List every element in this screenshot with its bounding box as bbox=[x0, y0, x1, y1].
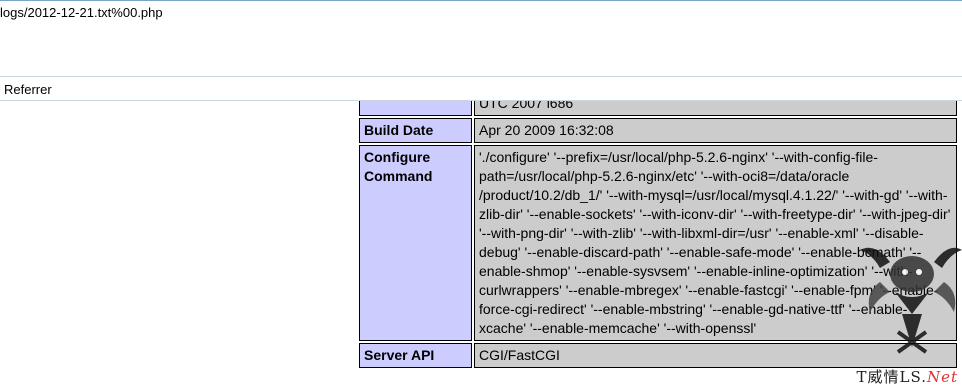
watermark-logo: T威情LS.Net bbox=[850, 222, 962, 390]
address-area: logs/2012-12-21.txt%00.php bbox=[0, 0, 962, 76]
referrer-label[interactable]: Referrer bbox=[4, 82, 52, 97]
row-value: UTC 2007 i686 bbox=[474, 101, 957, 116]
watermark-text: T威情LS.Net bbox=[856, 368, 958, 386]
dragon-emblem-icon bbox=[860, 247, 962, 354]
table-row: Build Date Apr 20 2009 16:32:08 bbox=[359, 118, 957, 143]
row-value: Apr 20 2009 16:32:08 bbox=[474, 118, 957, 143]
table-row: UTC 2007 i686 bbox=[359, 101, 957, 116]
row-label: Configure Command bbox=[359, 145, 472, 341]
page-content: UTC 2007 i686 Build Date Apr 20 2009 16:… bbox=[0, 101, 962, 390]
row-label: Server API bbox=[359, 343, 472, 368]
row-label bbox=[359, 101, 472, 116]
url-text[interactable]: logs/2012-12-21.txt%00.php bbox=[0, 5, 163, 20]
links-bar: Referrer bbox=[0, 76, 962, 101]
row-label: Build Date bbox=[359, 118, 472, 143]
